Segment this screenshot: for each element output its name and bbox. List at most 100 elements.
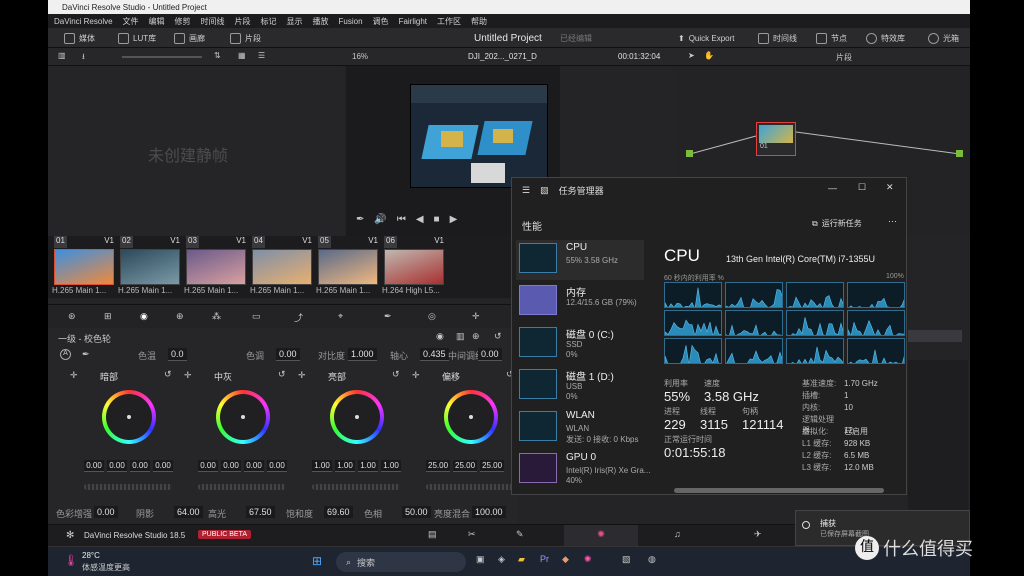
wheel-master-slider[interactable] — [426, 484, 514, 490]
log-mode-icon[interactable]: ⊕ — [472, 331, 480, 342]
param-value[interactable]: 0.435 — [420, 348, 449, 361]
bottom-param-value[interactable]: 69.60 — [324, 506, 353, 518]
menu-item-mark[interactable]: 标记 — [261, 16, 277, 27]
wheel-handle[interactable] — [469, 415, 473, 419]
wheel-value[interactable]: 0.00 — [267, 460, 287, 472]
skip-back-icon[interactable]: ⏮ — [397, 214, 406, 225]
wheel-value[interactable]: 1.00 — [381, 460, 401, 472]
search-box[interactable]: ⌕ 搜索 — [336, 552, 466, 572]
tm-resource-item[interactable]: 内存 12.4/15.6 GB (79%) — [516, 282, 644, 322]
page-cut-icon[interactable]: ✂ — [468, 529, 476, 540]
color-picker-icon[interactable]: ✒ — [356, 214, 364, 225]
menu-item-timeline[interactable]: 时间线 — [201, 16, 225, 27]
param-value[interactable]: 0.00 — [478, 348, 502, 361]
wheel-value[interactable]: 1.00 — [358, 460, 378, 472]
tab-camera-raw[interactable]: ⊛ — [68, 311, 76, 322]
tm-resource-item[interactable]: GPU 0 Intel(R) Iris(R) Xe Gra... 40% — [516, 450, 650, 490]
tab-tracker[interactable]: ✛ — [472, 311, 480, 322]
play-reverse-icon[interactable]: ◀ — [416, 214, 424, 225]
color-node[interactable]: 01 — [756, 122, 796, 156]
chrome-icon[interactable]: ◍ — [648, 554, 656, 565]
wheels-mode-icon[interactable]: ◉ — [436, 331, 444, 342]
color-wheel[interactable] — [216, 390, 270, 444]
media-pool-button[interactable]: 媒体 — [64, 31, 95, 45]
tm-resource-item[interactable]: 磁盘 0 (C:) SSD 0% — [516, 324, 644, 364]
wheel-master-slider[interactable] — [84, 484, 172, 490]
param-value[interactable]: 0.0 — [168, 348, 187, 361]
minimize-icon[interactable]: — — [828, 183, 837, 193]
tm-resource-item[interactable]: CPU 55% 3.58 GHz — [516, 240, 644, 280]
lightbox-button[interactable]: 光箱 — [928, 31, 959, 45]
play-icon[interactable]: ▶ — [450, 214, 458, 225]
wheel-value[interactable]: 1.00 — [335, 460, 355, 472]
timeline-button[interactable]: 时间线 — [758, 31, 797, 45]
tab-color-match[interactable]: ⊞ — [104, 311, 112, 322]
import-icon[interactable]: ⭳ — [82, 51, 85, 65]
premiere-icon[interactable]: Pr — [540, 554, 549, 564]
menu-item-color[interactable]: 调色 — [373, 16, 389, 27]
wheel-crosshair-icon[interactable]: ✛ — [184, 370, 192, 381]
wheel-crosshair-icon[interactable]: ✛ — [298, 370, 306, 381]
menu-item-playback[interactable]: 播放 — [313, 16, 329, 27]
reset-all-icon[interactable]: ↺ — [494, 331, 502, 342]
page-color-icon[interactable]: ✺ — [564, 525, 638, 547]
bottom-param-value[interactable]: 0.00 — [94, 506, 118, 518]
menu-item-view[interactable]: 显示 — [287, 16, 303, 27]
menu-item-clip[interactable]: 片段 — [235, 16, 251, 27]
tab-motion[interactable]: ▭ — [252, 311, 261, 322]
task-view-icon[interactable]: ▣ — [476, 554, 485, 565]
wheel-value[interactable]: 0.00 — [84, 460, 104, 472]
clip-thumbnail[interactable]: 05 V1 H.265 Main 1... — [316, 236, 380, 298]
grid-view-icon[interactable]: ▦ — [238, 51, 246, 60]
clip-thumbnail[interactable]: 04 V1 H.265 Main 1... — [250, 236, 314, 298]
lut-button[interactable]: LUT库 — [118, 31, 156, 45]
wheel-value[interactable]: 0.00 — [221, 460, 241, 472]
start-icon[interactable]: ⊞ — [312, 554, 322, 568]
bottom-param-value[interactable]: 67.50 — [246, 506, 275, 518]
clip-thumbnail[interactable]: 02 V1 H.265 Main 1... — [118, 236, 182, 298]
clip-thumbnail[interactable]: 03 V1 H.265 Main 1... — [184, 236, 248, 298]
tab-hdr[interactable]: ⊕ — [176, 311, 184, 322]
weather-icon[interactable]: 🌡 — [64, 554, 78, 567]
wheel-value[interactable]: 25.00 — [480, 460, 505, 472]
bottom-param-value[interactable]: 64.00 — [174, 506, 203, 518]
page-edit-icon[interactable]: ✎ — [516, 529, 524, 540]
menu-item-fusion[interactable]: Fusion — [339, 17, 363, 26]
nodes-button[interactable]: 节点 — [816, 31, 847, 45]
wheel-master-slider[interactable] — [198, 484, 286, 490]
effects-button[interactable]: 特效库 — [866, 31, 905, 45]
tab-rgb-mixer[interactable]: ⁂ — [212, 311, 221, 322]
app-icon[interactable]: ◆ — [562, 554, 569, 565]
gallery-zoom-slider[interactable] — [122, 56, 202, 58]
wheel-value[interactable]: 0.00 — [153, 460, 173, 472]
zoom-select[interactable]: 16% — [352, 52, 368, 61]
hand-icon[interactable]: ✋ — [704, 51, 714, 60]
tab-qualifier[interactable]: ✒ — [384, 311, 392, 322]
page-fairlight-icon[interactable]: ♫ — [674, 529, 681, 539]
clip-thumbnail[interactable]: 01 V1 H.265 Main 1... — [52, 236, 116, 298]
wheel-value[interactable]: 0.00 — [244, 460, 264, 472]
tm-scrollbar[interactable] — [674, 488, 884, 493]
color-wheel[interactable] — [102, 390, 156, 444]
clip-thumbnail[interactable]: 06 V1 H.264 High L5... — [382, 236, 446, 298]
wheel-master-slider[interactable] — [312, 484, 400, 490]
wheel-handle[interactable] — [241, 415, 245, 419]
bars-mode-icon[interactable]: ▥ — [456, 331, 465, 342]
param-value[interactable]: 0.00 — [276, 348, 300, 361]
clips-button[interactable]: 片段 — [230, 31, 261, 45]
bottom-param-value[interactable]: 100.00 — [472, 506, 506, 518]
menu-item-file[interactable]: 文件 — [123, 16, 139, 27]
run-task-button[interactable]: ⧉ 运行新任务 — [812, 218, 862, 229]
maximize-icon[interactable]: ☐ — [858, 182, 866, 193]
tab-window[interactable]: ◎ — [428, 311, 436, 322]
gallery-button[interactable]: 画廊 — [174, 31, 205, 45]
nodes-mode-select[interactable]: 片段 — [836, 52, 852, 63]
auto-balance-icon[interactable]: A — [60, 349, 71, 360]
tm-resource-item[interactable]: 磁盘 1 (D:) USB 0% — [516, 366, 644, 406]
close-icon[interactable]: ✕ — [886, 182, 894, 193]
tm-resource-item[interactable]: WLAN WLAN 发送: 0 接收: 0 Kbps — [516, 408, 644, 448]
taskmgr-taskbar-icon[interactable]: ▧ — [622, 554, 631, 565]
more-options-icon[interactable]: ⋯ — [888, 216, 897, 227]
wheel-reset-icon[interactable]: ↺ — [164, 369, 172, 380]
menu-item-edit[interactable]: 编辑 — [149, 16, 165, 27]
